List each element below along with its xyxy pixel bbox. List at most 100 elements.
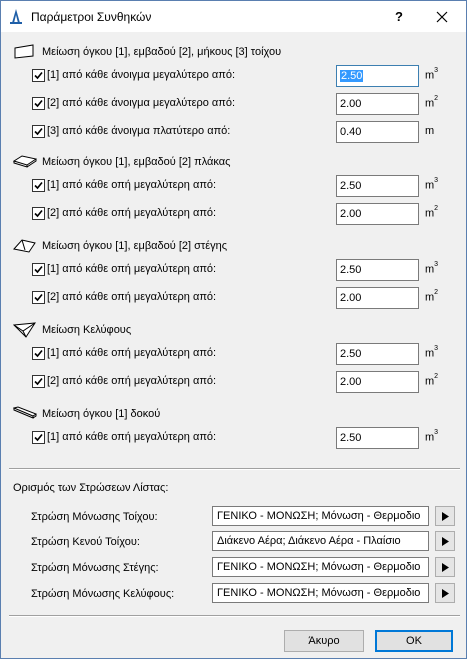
reduction-checkbox[interactable] <box>32 97 45 110</box>
reduction-row-label: [3] από κάθε άνοιγμα πλατύτερο από: <box>47 125 231 137</box>
list-layer-row: Στρώση Μόνωσης Στέγης: ΓΕΝΙΚΟ - ΜΟΝΩΣΗ; Μ… <box>1 557 466 579</box>
checkmark-icon <box>34 377 43 386</box>
unit-label: m3 <box>425 177 438 192</box>
reduction-row-label: [1] από κάθε άνοιγμα μεγαλύτερο από: <box>47 69 236 81</box>
unit-base: m <box>425 69 435 82</box>
threshold-input[interactable]: 2.50 <box>336 343 419 365</box>
reduction-row: [1] από κάθε οπή μεγαλύτερη από: 2.50 m3 <box>1 175 466 197</box>
reduction-checkbox[interactable] <box>32 179 45 192</box>
checkmark-icon <box>34 349 43 358</box>
list-layer-value[interactable]: ΓΕΝΙΚΟ - ΜΟΝΩΣΗ; Μόνωση - Θερμοδιο <box>212 557 429 577</box>
slab-icon <box>13 155 37 168</box>
reduction-checkbox[interactable] <box>32 125 45 138</box>
triangle-right-icon <box>442 512 449 521</box>
reduction-checkbox[interactable] <box>32 431 45 444</box>
checkmark-icon <box>34 99 43 108</box>
unit-base: m <box>425 291 435 304</box>
threshold-input[interactable]: 2.00 <box>336 203 419 225</box>
threshold-input[interactable]: 2.50 <box>336 175 419 197</box>
unit-label: m3 <box>425 429 439 444</box>
list-layer-label: Στρώση Μόνωσης Στέγης: <box>31 562 159 574</box>
reduction-checkbox[interactable] <box>32 375 45 388</box>
roof-icon <box>13 239 36 253</box>
threshold-input[interactable]: 2.50 <box>336 65 419 87</box>
unit-base: m <box>425 207 435 220</box>
reduction-checkbox[interactable] <box>32 263 45 276</box>
unit-base: m <box>425 347 435 360</box>
threshold-value: 2.00 <box>340 208 362 220</box>
list-layer-value[interactable]: ΓΕΝΙΚΟ - ΜΟΝΩΣΗ; Μόνωση - Θερμοδιο <box>212 583 429 603</box>
reduction-row-label: [2] από κάθε άνοιγμα μεγαλύτερο από: <box>47 97 236 109</box>
unit-exponent: 2 <box>434 95 439 102</box>
list-layer-label: Στρώση Κενού Τοίχου: <box>31 536 140 548</box>
unit-label: m2 <box>425 205 439 220</box>
list-layer-menu-button[interactable] <box>435 506 455 526</box>
help-button[interactable]: ? <box>389 7 409 27</box>
threshold-input[interactable]: 2.00 <box>336 371 419 393</box>
reduction-row: [1] από κάθε άνοιγμα μεγαλύτερο από: 2.50… <box>1 65 466 87</box>
title-bar: Παράμετροι Συνθηκών ? <box>1 1 466 32</box>
beam-icon <box>13 406 37 419</box>
list-layer-value[interactable]: ΓΕΝΙΚΟ - ΜΟΝΩΣΗ; Μόνωση - Θερμοδιο <box>212 506 429 526</box>
list-layers-title: Ορισμός των Στρώσεων Λίστας: <box>13 482 169 494</box>
reduction-row: [2] από κάθε οπή μεγαλύτερη από: 2.00 m2 <box>1 287 466 309</box>
list-layer-menu-button[interactable] <box>435 557 455 577</box>
list-layer-row: Στρώση Μόνωσης Τοίχου: ΓΕΝΙΚΟ - ΜΟΝΩΣΗ; Μ… <box>1 506 466 528</box>
threshold-value: 2.50 <box>340 432 362 444</box>
unit-label: m2 <box>425 289 438 304</box>
unit-base: m <box>425 125 435 137</box>
threshold-value: 2.50 <box>340 264 362 276</box>
threshold-value: 2.50 <box>340 348 362 360</box>
unit-base: m <box>425 431 435 444</box>
reduction-checkbox[interactable] <box>32 69 45 82</box>
list-layer-row: Στρώση Κενού Τοίχου: Διάκενο Αέρα; Διάκεν… <box>1 531 466 553</box>
reduction-row: [2] από κάθε οπή μεγαλύτερη από: 2.00 m2 <box>1 203 466 225</box>
list-layer-row: Στρώση Μόνωσης Κελύφους: ΓΕΝΙΚΟ - ΜΟΝΩΣΗ;… <box>1 583 466 605</box>
list-layer-menu-button[interactable] <box>435 583 455 603</box>
section-label: Μείωση Κελύφους <box>42 324 132 336</box>
reduction-row: [2] από κάθε οπή μεγαλύτερη από: 2.00 m2 <box>1 371 466 393</box>
triangle-right-icon <box>442 563 449 572</box>
checkmark-icon <box>34 127 43 136</box>
reduction-checkbox[interactable] <box>32 347 45 360</box>
checkmark-icon <box>34 265 43 274</box>
close-icon[interactable] <box>431 6 453 28</box>
unit-label: m3 <box>425 67 438 82</box>
reduction-checkbox[interactable] <box>32 291 45 304</box>
cancel-button[interactable]: Άκυρο <box>284 630 364 652</box>
unit-exponent: 3 <box>434 261 439 268</box>
reduction-row: [1] από κάθε οπή μεγαλύτερη από: 2.50 m3 <box>1 259 466 281</box>
threshold-value: 2.50 <box>340 180 362 192</box>
unit-label: m2 <box>425 373 439 388</box>
list-layer-menu-button[interactable] <box>435 531 455 551</box>
threshold-value: 2.00 <box>340 292 362 304</box>
ok-button[interactable]: OK <box>375 630 453 652</box>
threshold-input[interactable]: 2.00 <box>336 287 419 309</box>
threshold-input[interactable]: 2.00 <box>336 93 419 115</box>
list-layer-value[interactable]: Διάκενο Αέρα; Διάκενο Αέρα - Πλαίσιο <box>212 531 429 551</box>
list-layer-label: Στρώση Μόνωσης Τοίχου: <box>31 511 158 523</box>
threshold-input[interactable]: 0.40 <box>336 121 419 143</box>
reduction-row-label: [2] από κάθε οπή μεγαλύτερη από: <box>47 291 217 303</box>
dialog-window: Παράμετροι Συνθηκών ? Μείωση όγκου [1], … <box>0 0 467 659</box>
threshold-input[interactable]: 2.50 <box>336 427 419 449</box>
shell-icon <box>13 322 36 338</box>
reduction-row-label: [1] από κάθε οπή μεγαλύτερη από: <box>47 347 217 359</box>
unit-label: m3 <box>425 261 439 276</box>
separator-bottom <box>9 615 460 617</box>
reduction-checkbox[interactable] <box>32 207 45 220</box>
reduction-row-label: [1] από κάθε οπή μεγαλύτερη από: <box>47 179 217 191</box>
threshold-value: 0.40 <box>340 126 362 138</box>
unit-label: m2 <box>425 95 439 110</box>
unit-exponent: 2 <box>434 205 439 212</box>
section-label: Μείωση όγκου [1], εμβαδού [2] πλάκας <box>42 156 231 168</box>
reduction-row-label: [2] από κάθε οπή μεγαλύτερη από: <box>47 207 217 219</box>
section-label: Μείωση όγκου [1], εμβαδού [2] στέγης <box>42 240 228 252</box>
wall-icon <box>14 44 34 59</box>
unit-exponent: 2 <box>434 373 439 380</box>
threshold-input[interactable]: 2.50 <box>336 259 419 281</box>
unit-base: m <box>425 263 435 276</box>
checkmark-icon <box>34 181 43 190</box>
unit-exponent: 3 <box>434 429 439 436</box>
checkmark-icon <box>34 209 43 218</box>
